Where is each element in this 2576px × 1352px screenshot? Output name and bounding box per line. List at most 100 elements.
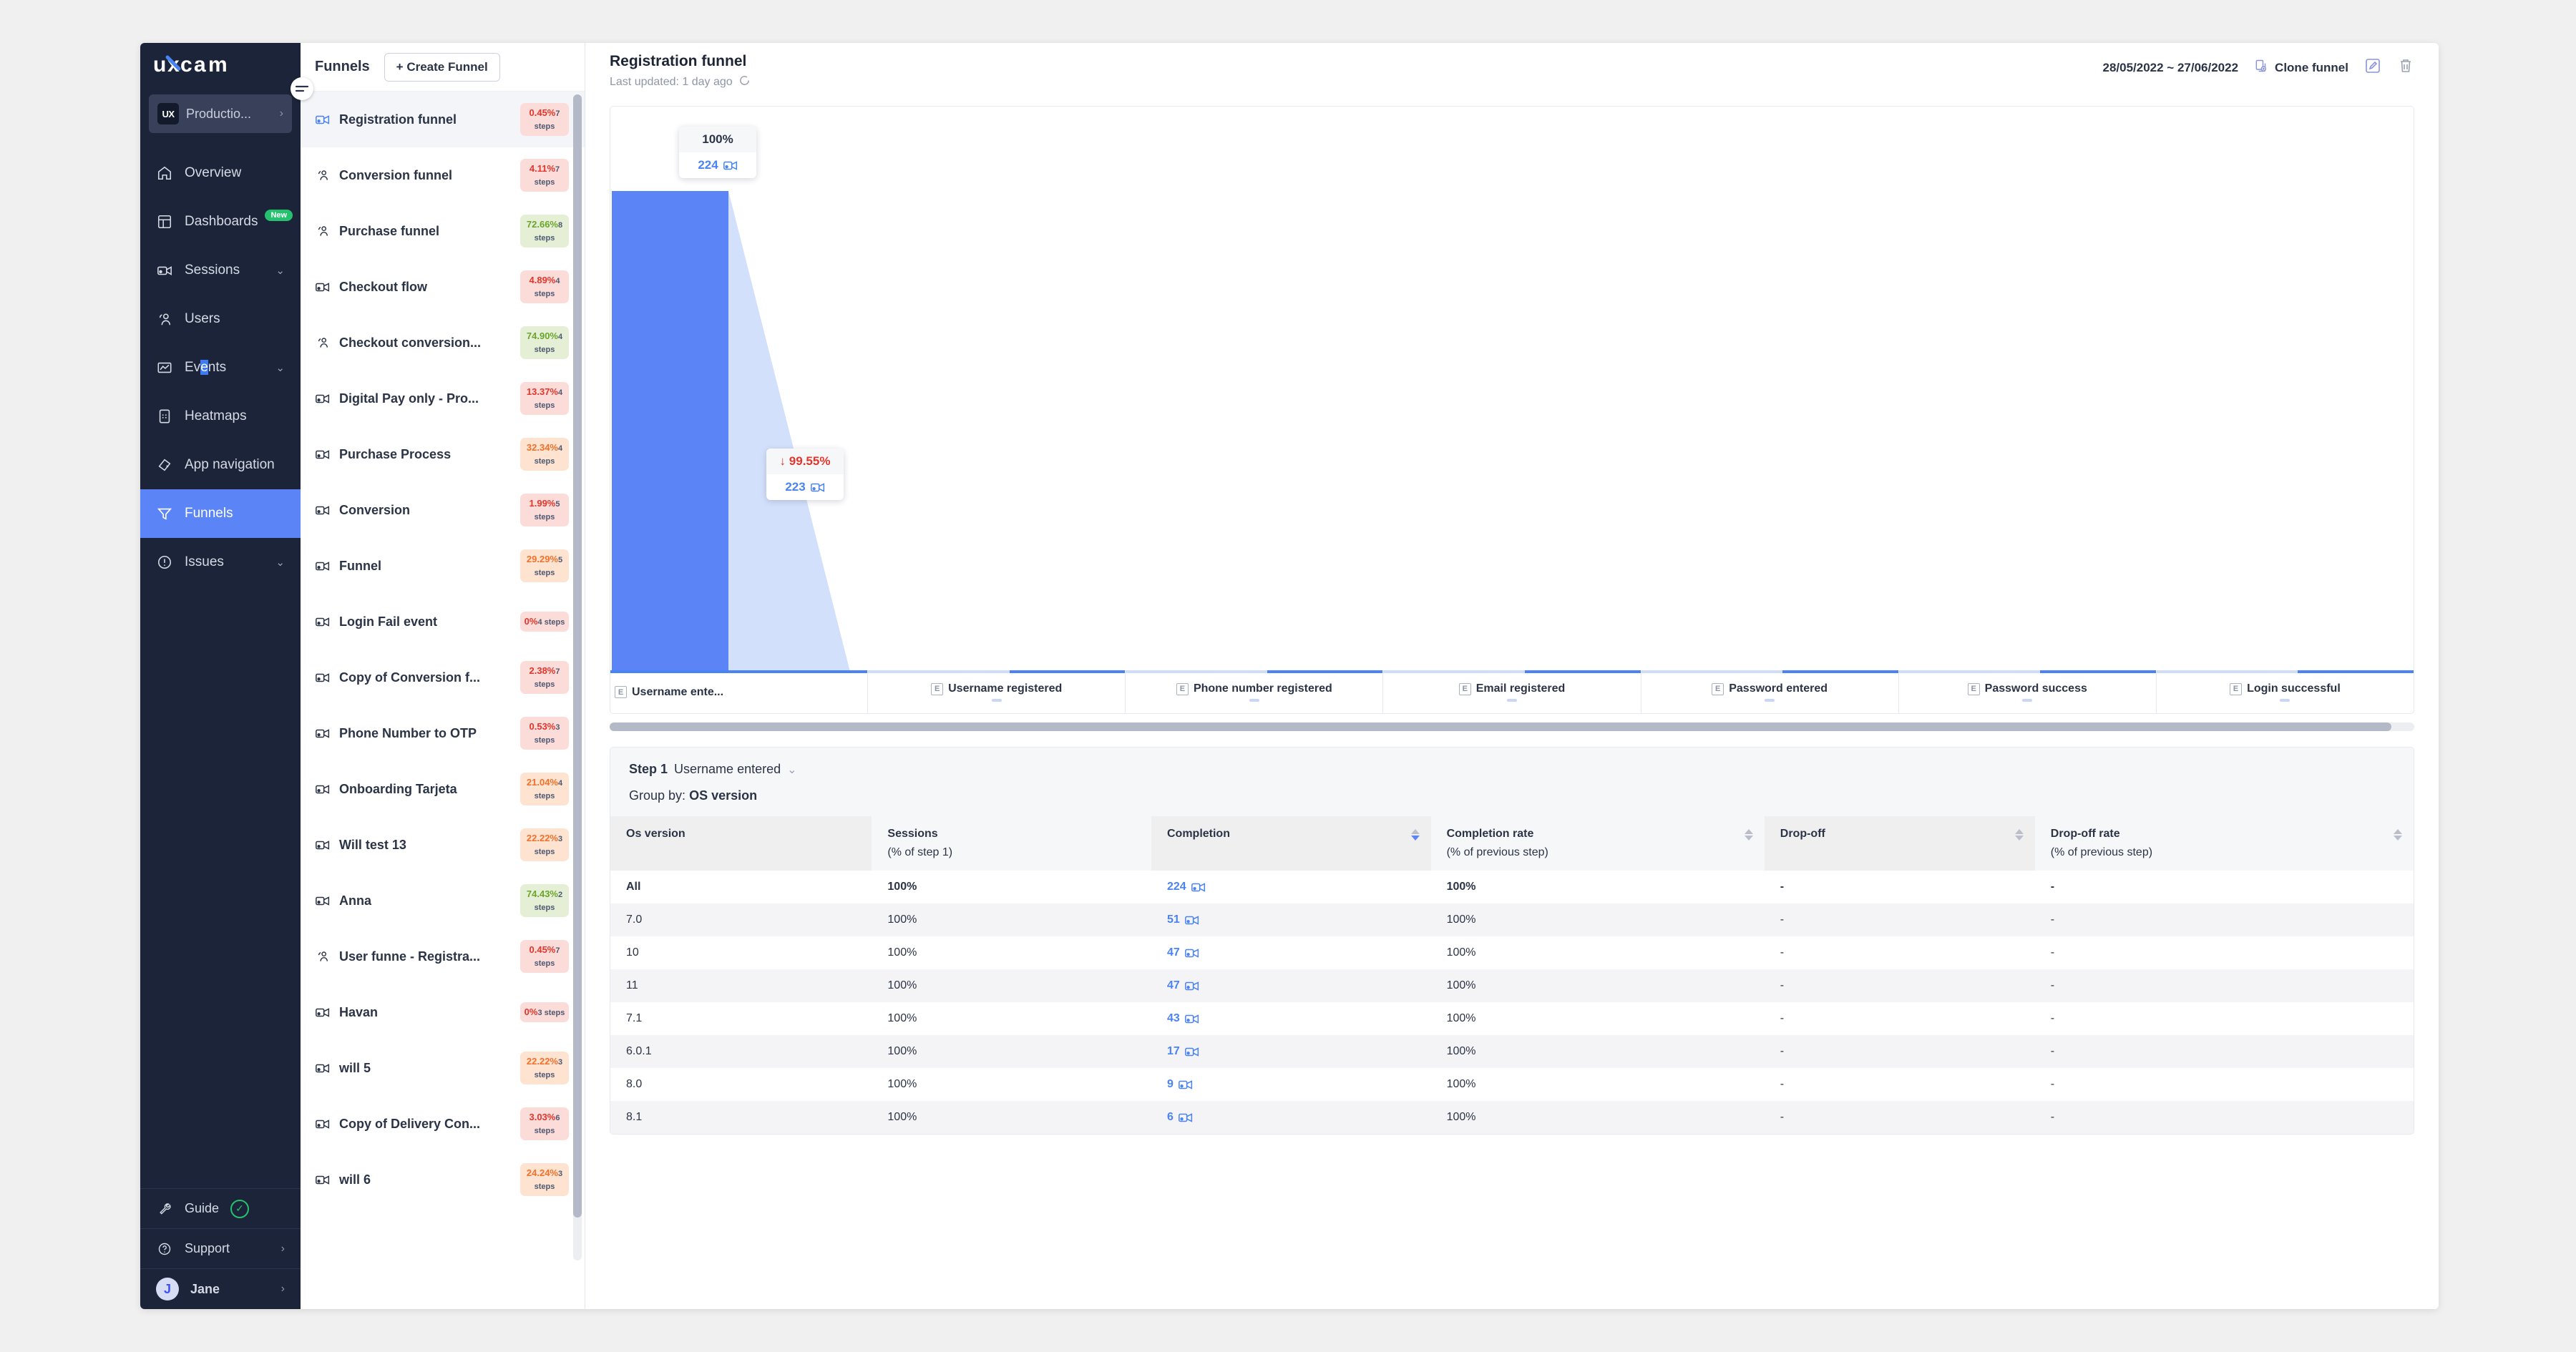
step-selector[interactable]: Step 1 Username entered ⌄ [629,762,2395,777]
sidebar-item-users[interactable]: Users [140,295,301,343]
date-range-picker[interactable]: 28/05/2022 ~ 27/06/2022 [2103,61,2239,75]
dashboard-icon [156,213,173,230]
cell-completion[interactable]: 9 [1151,1068,1431,1101]
funnel-list-item[interactable]: will 624.24%3 steps [301,1152,585,1208]
wrench-icon [156,1200,173,1218]
funnel-step-label: EUsername ente... [610,686,867,699]
sidebar-item-user[interactable]: J Jane › [140,1269,301,1309]
cell-drop-off-rate: - [2035,1002,2414,1035]
funnel-list[interactable]: Registration funnel0.45%7 stepsConversio… [301,92,585,1309]
funnel-step-label-cell[interactable]: EPassword success [1899,671,2157,713]
cell-completion[interactable]: 17 [1151,1035,1431,1068]
table-column-header[interactable]: Completion rate(% of previous step) [1431,816,1765,871]
funnel-list-item[interactable]: Login Fail event0%4 steps [301,594,585,650]
session-funnel-icon [315,1172,331,1187]
sidebar-item-dashboards[interactable]: Dashboards New [140,197,301,246]
cell-drop-off: - [1765,936,2035,969]
session-funnel-icon [315,614,331,630]
edit-icon[interactable] [2364,57,2381,78]
create-funnel-button[interactable]: + Create Funnel [384,53,500,82]
funnel-step-label-cell[interactable]: ELogin successful [2157,671,2414,713]
funnel-list-item[interactable]: Funnel29.29%5 steps [301,538,585,594]
funnel-list-item[interactable]: Purchase Process32.34%4 steps [301,426,585,482]
funnel-step-label: EUsername registered [931,682,1062,695]
funnel-list-item[interactable]: Registration funnel0.45%7 steps [301,92,585,147]
funnel-step-label-cell[interactable]: EUsername registered [868,671,1126,713]
sort-arrows-icon[interactable] [1745,829,1753,841]
tooltip-count[interactable]: 224 [679,152,756,178]
cell-sessions: 100% [872,1068,1151,1101]
sidebar-item-events[interactable]: Events ⌄ [140,343,301,392]
refresh-icon[interactable] [738,74,751,90]
funnel-list-item[interactable]: Copy of Conversion f...2.38%7 steps [301,650,585,705]
cell-completion[interactable]: 51 [1151,903,1431,936]
group-by-selector[interactable]: Group by: OS version [629,788,2395,803]
funnel-list-item[interactable]: Conversion funnel4.11%7 steps [301,147,585,203]
sidebar-item-label: Users [185,311,285,327]
sidebar-item-label: Dashboards [185,214,258,230]
sort-arrows-icon[interactable] [2394,829,2402,841]
table-column-label: Sessions [887,828,937,840]
funnel-list-scrollbar[interactable] [573,94,582,1260]
funnel-list-item[interactable]: Onboarding Tarjeta21.04%4 steps [301,761,585,817]
funnel-bar-step-1[interactable] [612,191,728,672]
funnel-list-item[interactable]: Havan0%3 steps [301,984,585,1040]
cell-completion[interactable]: 43 [1151,1002,1431,1035]
group-by-prefix: Group by: [629,788,686,803]
step-sub-indicator [2022,699,2032,702]
cell-completion[interactable]: 47 [1151,969,1431,1002]
cell-completion[interactable]: 47 [1151,936,1431,969]
cell-os-version: 8.0 [610,1068,872,1101]
funnel-list-item[interactable]: Purchase funnel72.66%8 steps [301,203,585,259]
sidebar-item-funnels[interactable]: Funnels [140,489,301,538]
tooltip-count[interactable]: 223 [766,474,844,500]
clone-funnel-button[interactable]: Clone funnel [2254,59,2348,77]
funnel-list-item[interactable]: Checkout flow4.89%4 steps [301,259,585,315]
sessions-icon [156,262,173,279]
collapse-sidebar-icon[interactable] [291,77,313,100]
funnel-step-label-cell[interactable]: EEmail registered [1383,671,1641,713]
user-name-label: Jane [190,1282,270,1297]
trash-icon[interactable] [2397,57,2414,78]
uxcam-logo[interactable]: u x c a m [140,43,301,87]
table-column-header: Sessions(% of step 1) [872,816,1151,871]
cell-sessions: 100% [872,1035,1151,1068]
sidebar-item-heatmaps[interactable]: Heatmaps [140,392,301,441]
funnel-list-item[interactable]: Digital Pay only - Pro...13.37%4 steps [301,371,585,426]
sort-arrows-icon[interactable] [2015,829,2024,841]
sidebar-item-app-navigation[interactable]: App navigation [140,441,301,489]
funnel-conversion-pct: 0% [525,616,538,627]
sidebar-item-issues[interactable]: Issues ⌄ [140,538,301,587]
table-column-label: Drop-off rate [2051,828,2120,840]
funnel-list-item-label: Anna [339,893,512,908]
funnel-list-item[interactable]: Checkout conversion...74.90%4 steps [301,315,585,371]
funnel-list-item[interactable]: Anna74.43%2 steps [301,873,585,929]
funnel-step-label-cell[interactable]: EPhone number registered [1126,671,1383,713]
sort-arrows-icon[interactable] [1411,829,1420,841]
funnel-list-item[interactable]: Will test 1322.22%3 steps [301,817,585,873]
chevron-right-icon: › [281,1243,285,1255]
table-column-header[interactable]: Drop-off [1765,816,2035,871]
funnel-list-item[interactable]: Phone Number to OTP0.53%3 steps [301,705,585,761]
sidebar-item-sessions[interactable]: Sessions ⌄ [140,246,301,295]
cell-completion[interactable]: 6 [1151,1101,1431,1134]
tooltip-dropoff-pct: ↓ 99.55% [766,449,844,474]
table-column-header[interactable]: Drop-off rate(% of previous step) [2035,816,2414,871]
funnel-conversion-pct: 22.22% [527,1056,558,1067]
chart-horizontal-scrollbar[interactable] [610,722,2414,731]
sidebar-item-guide[interactable]: Guide ✓ [140,1189,301,1229]
table-column-header[interactable]: Completion [1151,816,1431,871]
project-selector[interactable]: UX Productio... › [149,94,292,133]
funnel-step-label-cell[interactable]: EUsername ente... [610,671,868,713]
funnel-list-item[interactable]: Copy of Delivery Con...3.03%6 steps [301,1096,585,1152]
cell-completion[interactable]: 224 [1151,871,1431,903]
funnel-list-item[interactable]: Conversion1.99%5 steps [301,482,585,538]
step-progress-line [610,670,867,673]
tooltip-dropoff-value: 99.55% [789,454,831,468]
funnel-list-item[interactable]: will 522.22%3 steps [301,1040,585,1096]
funnel-step-label-cell[interactable]: EPassword entered [1641,671,1899,713]
funnel-list-item[interactable]: User funne - Registra...0.45%7 steps [301,929,585,984]
sidebar-item-support[interactable]: Support › [140,1229,301,1269]
sidebar-item-overview[interactable]: Overview [140,149,301,197]
table-column-label: Completion rate [1447,828,1534,840]
